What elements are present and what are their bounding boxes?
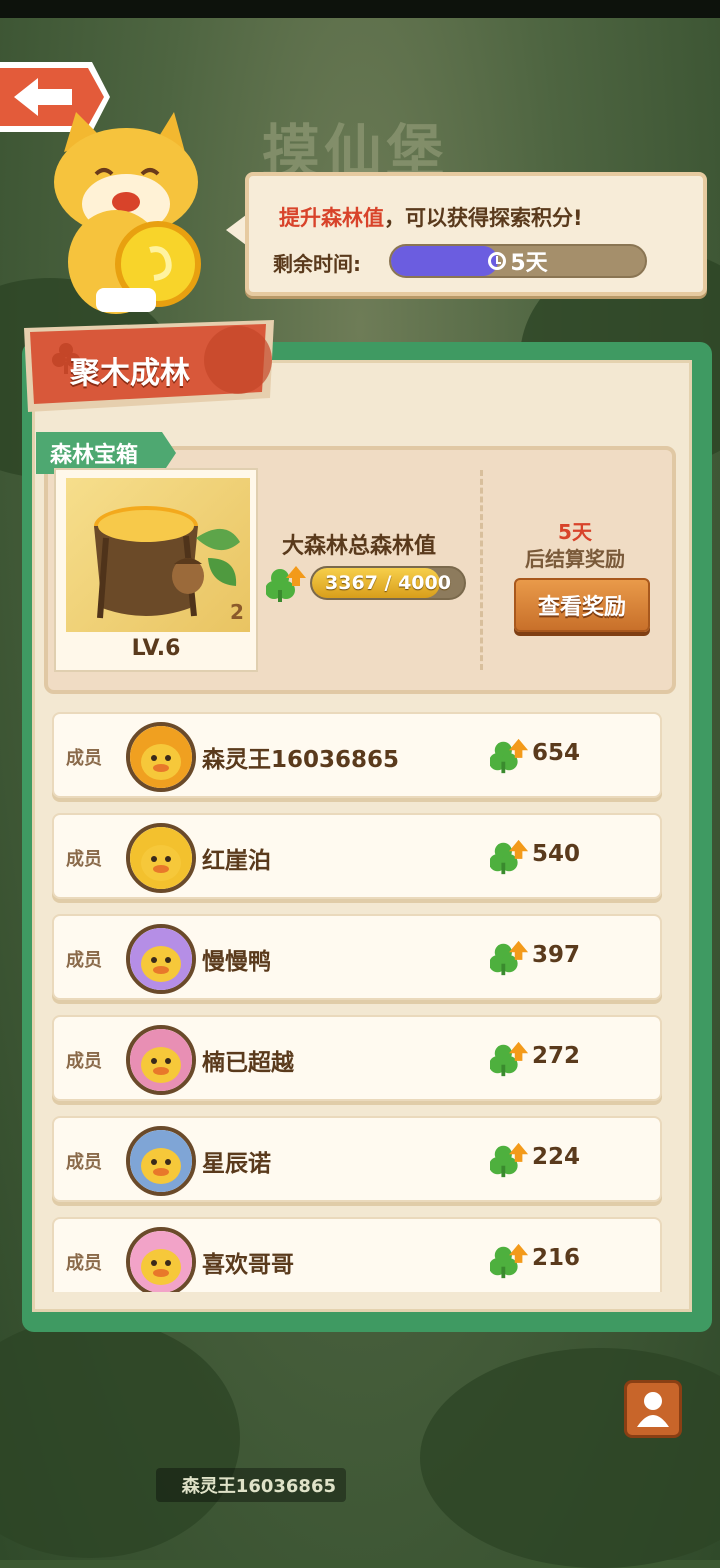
clover-icon xyxy=(490,1243,529,1279)
time-remaining: 5天 xyxy=(391,246,645,276)
settle-days: 5天 xyxy=(558,520,592,544)
tip-text: 提升森林值，可以获得探索积分! xyxy=(279,202,583,232)
tip-highlight: 提升森林值 xyxy=(279,206,384,230)
member-score: 216 xyxy=(532,1245,581,1271)
member-score: 654 xyxy=(532,740,581,766)
member-name: 喜欢哥哥 xyxy=(202,1252,294,1278)
member-name: 红崖泊 xyxy=(202,848,271,874)
member-avatar[interactable] xyxy=(126,1126,196,1196)
avatar-icon xyxy=(130,726,192,788)
panel-title: 聚木成林 xyxy=(70,356,190,391)
member-role: 成员 xyxy=(66,1253,102,1274)
view-rewards-button[interactable]: 查看奖励 xyxy=(514,578,650,632)
tip-suffix: ，可以获得探索积分! xyxy=(384,206,583,230)
time-value: 5天 xyxy=(510,251,548,276)
status-bar xyxy=(0,0,720,18)
card-divider xyxy=(480,470,483,670)
member-role: 成员 xyxy=(66,849,102,870)
member-row[interactable]: 成员 红崖泊 540 xyxy=(52,813,662,899)
member-name: 慢慢鸭 xyxy=(202,949,271,975)
forest-total-label: 大森林总森林值 xyxy=(282,534,437,559)
member-name: 星辰诺 xyxy=(202,1151,271,1177)
member-role: 成员 xyxy=(66,950,102,971)
member-name: 森灵王16036865 xyxy=(202,747,400,773)
avatar-icon xyxy=(130,1130,192,1192)
member-score: 540 xyxy=(532,841,581,867)
clover-icon xyxy=(490,839,529,875)
member-row[interactable]: 成员 慢慢鸭 397 xyxy=(52,914,662,1000)
member-name: 楠已超越 xyxy=(202,1050,294,1076)
player-name-tag: 森灵王16036865 xyxy=(156,1468,346,1502)
avatar-icon xyxy=(130,827,192,889)
member-row[interactable]: 成员 楠已超越 272 xyxy=(52,1015,662,1101)
member-score: 224 xyxy=(532,1144,581,1170)
member-row[interactable]: 成员 森灵王16036865 654 xyxy=(52,712,662,798)
tree-stump-icon xyxy=(94,506,240,619)
member-role: 成员 xyxy=(66,1152,102,1173)
forest-progress-text: 3367 / 4000 xyxy=(325,572,451,594)
avatar-icon xyxy=(130,928,192,990)
time-label: 剩余时间: xyxy=(273,252,361,276)
member-score: 272 xyxy=(532,1043,581,1069)
chest-item[interactable]: 2 LV.6 xyxy=(54,468,258,672)
member-role: 成员 xyxy=(66,1051,102,1072)
clover-icon xyxy=(490,1041,529,1077)
avatar-icon xyxy=(130,1029,192,1091)
cat-mascot xyxy=(54,112,201,314)
forest-progress-bar: 3367 / 4000 xyxy=(310,566,466,600)
member-avatar[interactable] xyxy=(126,924,196,994)
member-avatar[interactable] xyxy=(126,1025,196,1095)
member-row[interactable]: 成员 星辰诺 224 xyxy=(52,1116,662,1202)
member-score: 397 xyxy=(532,942,581,968)
member-avatar[interactable] xyxy=(126,823,196,893)
avatar-icon xyxy=(130,1231,192,1292)
forest-clover-icon xyxy=(266,566,306,602)
clover-icon xyxy=(490,940,529,976)
tip-bubble: 提升森林值，可以获得探索积分! 剩余时间: 5天 xyxy=(245,172,707,296)
member-avatar[interactable] xyxy=(126,1227,196,1292)
time-progress-bar: 5天 xyxy=(389,244,647,278)
clock-icon xyxy=(488,252,507,270)
member-role: 成员 xyxy=(66,748,102,769)
clover-icon xyxy=(490,1142,529,1178)
profile-button[interactable] xyxy=(624,1380,682,1438)
chest-count: 2 xyxy=(230,600,244,624)
member-list[interactable]: 成员 森灵王16036865 654 成员 红崖泊 540 成员 慢慢鸭 397 成员 楠已超越 27… xyxy=(52,712,662,1292)
member-row[interactable]: 成员 喜欢哥哥 216 xyxy=(52,1217,662,1292)
person-icon xyxy=(637,1392,669,1427)
clover-icon xyxy=(490,738,529,774)
settle-label: 后结算奖励 xyxy=(525,547,625,571)
chest-level: LV.6 xyxy=(131,636,181,661)
chest-image xyxy=(66,478,250,632)
member-avatar[interactable] xyxy=(126,722,196,792)
